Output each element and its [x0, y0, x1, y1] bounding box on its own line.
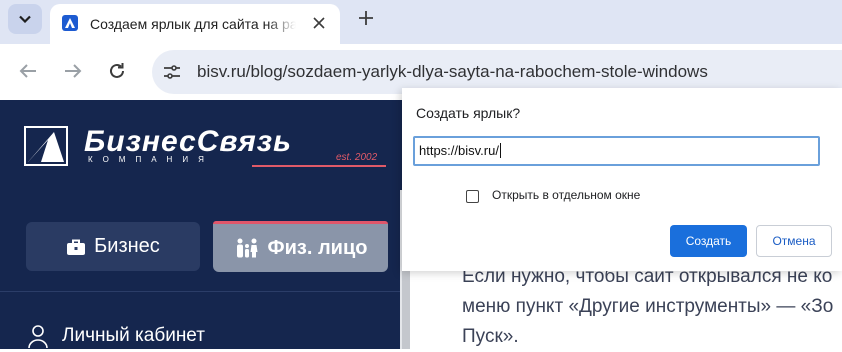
back-arrow-icon — [19, 64, 36, 78]
open-in-window-label[interactable]: Открыть в отдельном окне — [492, 187, 640, 203]
personal-cabinet-link[interactable]: Личный кабинет — [28, 324, 205, 348]
open-in-window-checkbox[interactable] — [466, 190, 479, 203]
tab-close-button[interactable] — [308, 12, 330, 34]
close-icon — [313, 17, 325, 29]
tab-search-button[interactable] — [8, 4, 42, 34]
forward-arrow-icon — [65, 64, 82, 78]
logo-est: est. 2002 — [336, 152, 378, 163]
personal-cabinet-label: Личный кабинет — [62, 325, 205, 346]
logo-subtitle: КОМПАНИЯ — [88, 155, 214, 164]
individual-button[interactable]: Физ. лицо — [213, 224, 388, 272]
business-button[interactable]: Бизнес — [26, 222, 200, 271]
company-logo-icon — [24, 126, 68, 166]
sidebar-divider — [0, 291, 402, 292]
user-icon — [28, 325, 48, 348]
dialog-title: Создать ярлык? — [416, 105, 521, 121]
bisv-logo-favicon — [62, 15, 78, 31]
cancel-button[interactable]: Отмена — [756, 225, 832, 257]
site-info-icon — [164, 65, 180, 79]
shortcut-name-input[interactable]: https://bisv.ru/ — [413, 136, 820, 166]
shortcut-name-value: https://bisv.ru/ — [419, 143, 499, 158]
reload-button[interactable] — [104, 58, 130, 84]
tab-strip: Создаем ярлык для сайта на рабочем столе… — [0, 0, 842, 44]
logo-underline — [252, 165, 386, 167]
active-tab[interactable]: Создаем ярлык для сайта на рабочем столе… — [50, 4, 340, 44]
logo-wordmark: БизнесСвязь — [84, 125, 292, 158]
new-tab-button[interactable] — [354, 6, 378, 30]
create-shortcut-dialog: Создать ярлык? https://bisv.ru/ Открыть … — [402, 88, 842, 271]
url-text: bisv.ru/blog/sozdaem-yarlyk-dlya-sayta-n… — [197, 62, 708, 81]
back-button[interactable] — [15, 58, 41, 84]
reload-icon — [110, 63, 124, 78]
create-button[interactable]: Создать — [670, 225, 747, 257]
plus-icon — [359, 11, 373, 25]
site-sidebar: БизнесСвязь КОМПАНИЯ est. 2002 Бизнес Фи… — [0, 100, 402, 349]
family-icon — [236, 238, 258, 258]
tab-title: Создаем ярлык для сайта на рабочем столе… — [90, 16, 296, 32]
individual-label: Физ. лицо — [267, 236, 368, 259]
text-caret — [499, 143, 501, 158]
forward-button[interactable] — [60, 58, 86, 84]
article-text: Если нужно, чтобы сайт открывался не ко … — [462, 262, 833, 352]
chevron-down-icon — [19, 15, 31, 23]
article-line: Пуск». — [462, 326, 519, 347]
site-info-button[interactable] — [160, 60, 184, 84]
business-label: Бизнес — [94, 235, 160, 257]
briefcase-icon — [67, 239, 86, 255]
article-line: меню пункт «Другие инструменты» — «Зо — [462, 296, 834, 317]
